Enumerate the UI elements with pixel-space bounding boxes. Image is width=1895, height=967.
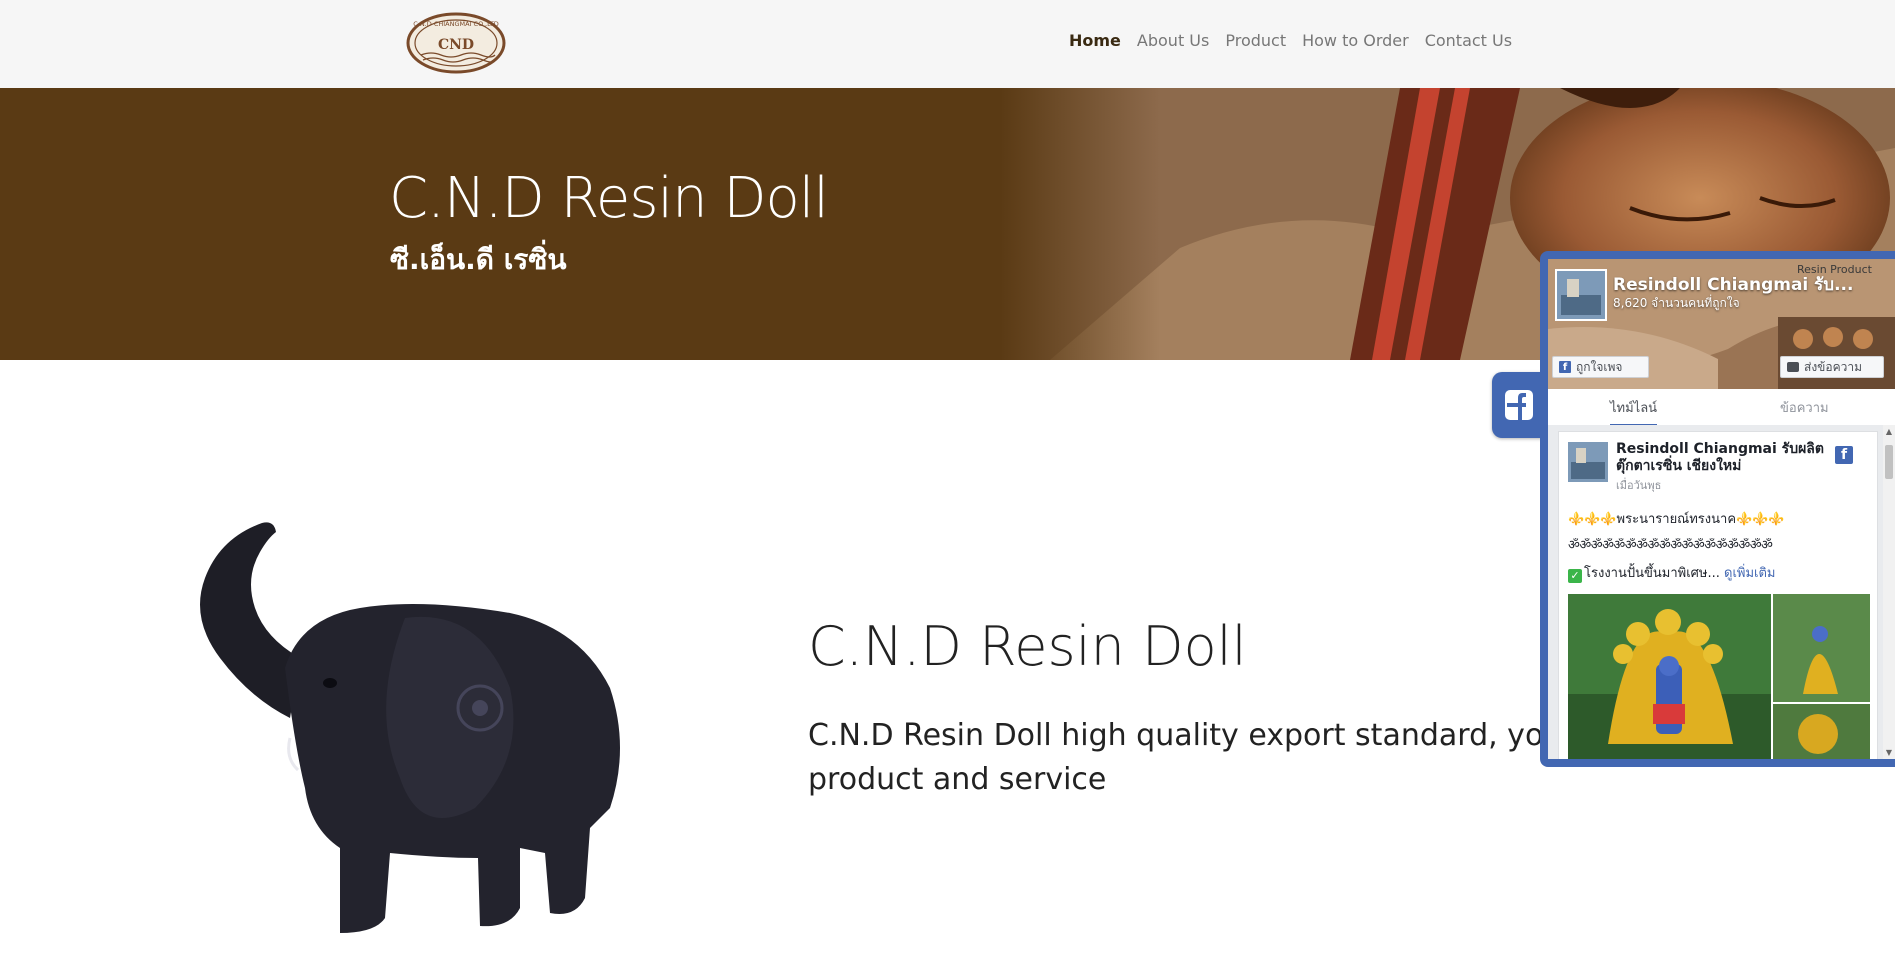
send-message-button[interactable]: ส่งข้อความ bbox=[1780, 356, 1884, 378]
nav-how-to-order-link[interactable]: How to Order bbox=[1302, 31, 1409, 50]
facebook-cover-photo[interactable]: Resin Product Resindoll Chiangmai รับ...… bbox=[1548, 259, 1895, 389]
facebook-side-tab[interactable] bbox=[1492, 372, 1544, 438]
scrollbar-thumb[interactable] bbox=[1885, 445, 1893, 479]
send-message-label: ส่งข้อความ bbox=[1804, 359, 1863, 374]
hero-title: C.N.D Resin Doll bbox=[389, 166, 829, 231]
post-text-line-2: ॐॐॐॐॐॐॐॐॐॐॐॐॐॐॐॐॐॐ bbox=[1568, 538, 1773, 553]
post-text-line-3: ✓ โรงงานปั้นขึ้นมาพิเศษ... ดูเพิ่มเติม bbox=[1568, 562, 1775, 583]
facebook-page-widget: Resin Product Resindoll Chiangmai รับ...… bbox=[1540, 251, 1895, 767]
like-page-button[interactable]: f ถูกใจเพจ bbox=[1552, 356, 1649, 378]
post-photos[interactable] bbox=[1568, 594, 1870, 759]
post-author-name[interactable]: Resindoll Chiangmai รับผลิตตุ๊กตาเรซิ่น … bbox=[1616, 441, 1831, 475]
nav-home-link[interactable]: Home bbox=[1069, 31, 1121, 50]
hero-subtitle: ซี.เอ็น.ดี เรซิ่น bbox=[390, 243, 567, 276]
scroll-down-arrow-icon[interactable]: ▼ bbox=[1884, 748, 1894, 757]
messenger-icon bbox=[1787, 362, 1799, 372]
post-text-line-1: ⚜️⚜️⚜️พระนารายณ์ทรงนาค⚜️⚜️⚜️ bbox=[1568, 512, 1785, 527]
svg-text:CND: CND bbox=[438, 37, 474, 53]
post-author-avatar[interactable] bbox=[1568, 442, 1608, 482]
facebook-f-icon bbox=[1505, 390, 1533, 420]
facebook-logo-icon[interactable]: f bbox=[1835, 446, 1853, 464]
nav-about-link[interactable]: About Us bbox=[1137, 31, 1209, 50]
main-menu: Home About Us Product How to Order Conta… bbox=[1069, 31, 1512, 50]
see-more-link[interactable]: ดูเพิ่มเติม bbox=[1724, 566, 1775, 581]
tab-timeline[interactable]: ไทม์ไลน์ bbox=[1610, 397, 1658, 427]
facebook-feed: Resindoll Chiangmai รับผลิตตุ๊กตาเรซิ่น … bbox=[1548, 425, 1895, 759]
tab-messages[interactable]: ข้อความ bbox=[1780, 397, 1829, 418]
check-mark-icon: ✓ bbox=[1568, 569, 1582, 583]
feed-scrollbar[interactable]: ▲ ▼ bbox=[1883, 425, 1895, 759]
top-navbar: C.N.D CHIANGMAI CO.,LTD CND Home About U… bbox=[0, 0, 1895, 88]
post-timestamp[interactable]: เมื่อวันพุธ bbox=[1616, 476, 1661, 494]
main-heading: C.N.D Resin Doll bbox=[808, 615, 1247, 678]
facebook-post: Resindoll Chiangmai รับผลิตตุ๊กตาเรซิ่น … bbox=[1558, 431, 1878, 759]
facebook-likes-count: 8,620 จำนวนคนที่ถูกใจ bbox=[1613, 296, 1740, 310]
facebook-page-avatar[interactable] bbox=[1555, 269, 1607, 321]
nav-contact-link[interactable]: Contact Us bbox=[1425, 31, 1512, 50]
company-logo[interactable]: C.N.D CHIANGMAI CO.,LTD CND bbox=[405, 11, 507, 75]
scroll-up-arrow-icon[interactable]: ▲ bbox=[1884, 427, 1894, 436]
facebook-page-plugin: Resin Product Resindoll Chiangmai รับ...… bbox=[1548, 259, 1895, 759]
black-elephant-figurine-image bbox=[200, 522, 620, 933]
post-text-line-3-text: โรงงานปั้นขึ้นมาพิเศษ... bbox=[1584, 566, 1720, 581]
facebook-tabs: ไทม์ไลน์ ข้อความ bbox=[1548, 389, 1895, 427]
like-page-label: ถูกใจเพจ bbox=[1576, 359, 1623, 374]
facebook-logo-icon: f bbox=[1559, 361, 1571, 373]
nav-product-link[interactable]: Product bbox=[1225, 31, 1286, 50]
svg-text:C.N.D CHIANGMAI CO.,LTD: C.N.D CHIANGMAI CO.,LTD bbox=[413, 20, 499, 28]
